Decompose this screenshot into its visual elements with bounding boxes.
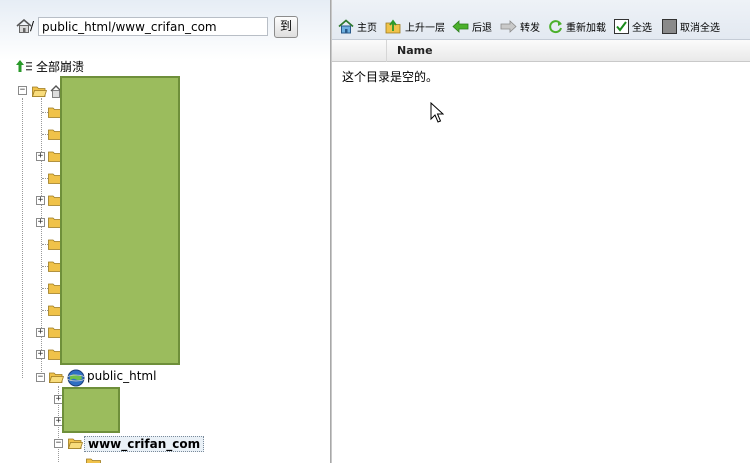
back-button[interactable]: 后退 <box>452 17 492 35</box>
expand-toggle[interactable]: + <box>36 218 45 227</box>
reload-icon <box>549 19 562 33</box>
redacted-folder-names <box>62 387 120 433</box>
home-icon <box>338 18 354 33</box>
collapse-all-link[interactable]: 全部崩溃 <box>16 58 84 74</box>
expand-toggle[interactable]: + <box>36 152 45 161</box>
path-separator: / <box>30 19 35 33</box>
checked-checkbox-icon <box>614 18 629 34</box>
collapse-toggle[interactable]: − <box>36 373 45 382</box>
collapse-all-icon <box>16 60 32 72</box>
tree-item-public-html[interactable]: public_html <box>87 369 156 383</box>
mouse-cursor-icon <box>430 102 444 123</box>
open-folder-icon <box>32 86 47 97</box>
up-one-level-label: 上升一层 <box>405 22 445 34</box>
path-input[interactable] <box>38 17 268 36</box>
file-list-header: Name <box>332 40 750 62</box>
expand-toggle[interactable]: + <box>36 196 45 205</box>
go-button[interactable]: 到 <box>274 16 298 38</box>
tree-item-current-folder[interactable]: www_crifan_com <box>84 436 205 452</box>
folder-icon[interactable] <box>86 458 101 463</box>
path-bar: / 到 <box>0 0 330 40</box>
expand-toggle[interactable]: + <box>36 328 45 337</box>
file-manager-window: / 到 全部崩溃 − <box>0 0 750 463</box>
collapse-toggle[interactable]: − <box>54 439 63 448</box>
home-button[interactable]: 主页 <box>338 17 377 35</box>
up-folder-icon <box>385 19 401 33</box>
deselect-all-label: 取消全选 <box>680 22 720 34</box>
back-label: 后退 <box>472 22 492 34</box>
collapse-toggle[interactable]: − <box>18 86 27 95</box>
tree-guide <box>41 98 42 380</box>
select-all-button[interactable]: 全选 <box>614 17 652 35</box>
redacted-folder-names <box>60 76 180 365</box>
select-all-label: 全选 <box>632 22 652 34</box>
back-arrow-icon <box>452 19 469 33</box>
unchecked-checkbox-icon <box>662 18 677 34</box>
toolbar: 主页 上升一层 后退 转发 重新加载 全选 取消全选 <box>332 0 750 40</box>
tree-guide <box>22 98 23 378</box>
expand-toggle[interactable]: + <box>36 350 45 359</box>
reload-label: 重新加载 <box>566 22 606 34</box>
checkbox-column-header <box>332 40 387 62</box>
up-one-level-button[interactable]: 上升一层 <box>385 17 445 35</box>
forward-button[interactable]: 转发 <box>500 17 540 35</box>
file-list-pane: 主页 上升一层 后退 转发 重新加载 全选 取消全选 Name 这个目录是空的。 <box>332 0 750 463</box>
home-label: 主页 <box>357 22 377 34</box>
reload-button[interactable]: 重新加载 <box>548 17 606 35</box>
folder-tree-pane: / 到 全部崩溃 − <box>0 0 330 463</box>
collapse-all-label: 全部崩溃 <box>36 59 85 74</box>
deselect-all-button[interactable]: 取消全选 <box>662 17 720 35</box>
forward-arrow-icon <box>500 19 517 33</box>
open-folder-icon <box>68 438 83 449</box>
empty-directory-message: 这个目录是空的。 <box>342 70 439 84</box>
forward-label: 转发 <box>520 22 540 34</box>
open-folder-icon <box>49 372 64 383</box>
globe-icon <box>67 369 85 387</box>
name-column-header[interactable]: Name <box>397 44 433 57</box>
